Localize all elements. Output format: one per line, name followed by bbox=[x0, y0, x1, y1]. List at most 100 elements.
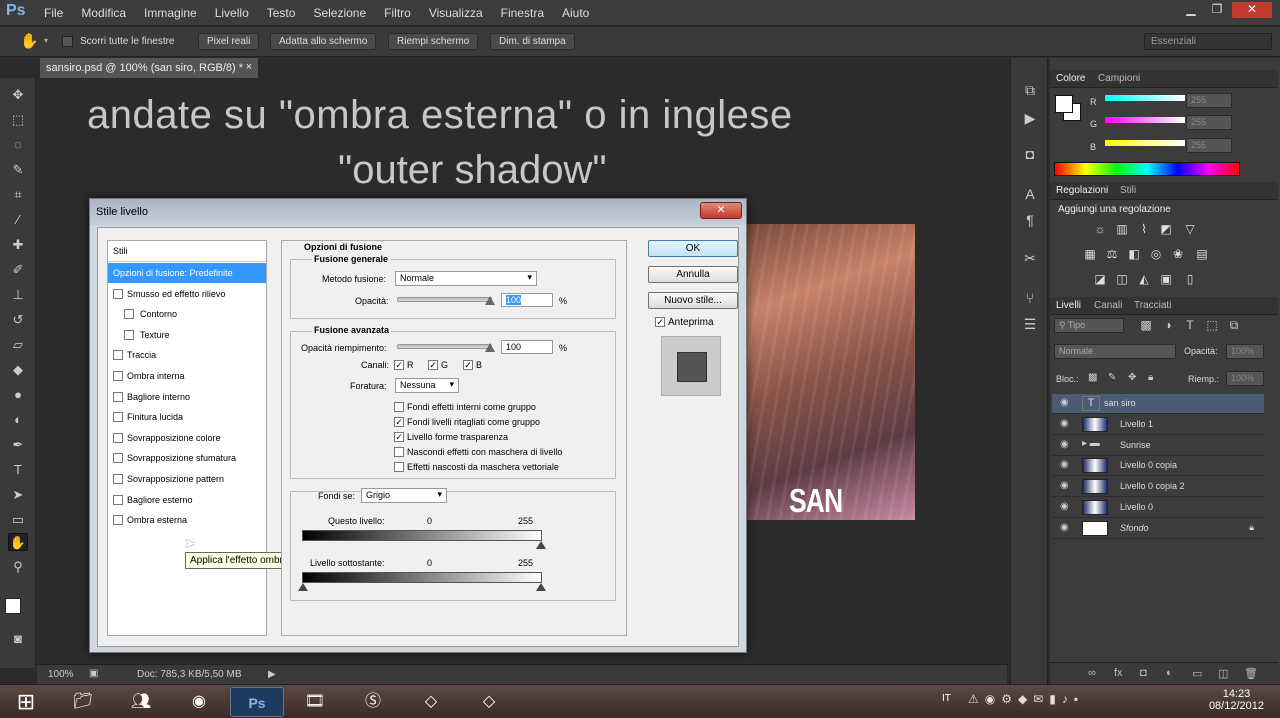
scroll-all-checkbox[interactable] bbox=[62, 36, 73, 47]
vibrance-icon[interactable]: ▽ bbox=[1182, 222, 1198, 238]
quick-selection-tool-icon[interactable]: ✎ bbox=[8, 161, 28, 179]
properties-panel-icon[interactable]: ◘ bbox=[1021, 146, 1039, 164]
color-fg-swatch[interactable] bbox=[1055, 95, 1073, 113]
underlying-layer-white-slider[interactable] bbox=[536, 583, 546, 591]
layer-filter-select[interactable]: ⚲ Tipo bbox=[1054, 318, 1124, 333]
curves-icon[interactable]: ⌇ bbox=[1136, 222, 1152, 238]
menu-aiuto[interactable]: Aiuto bbox=[562, 6, 589, 20]
new-group-icon[interactable]: ▭ bbox=[1192, 667, 1202, 680]
ok-button[interactable]: OK bbox=[648, 240, 738, 257]
fill-opacity-slider-knob[interactable] bbox=[485, 343, 495, 352]
style-item[interactable]: Smusso ed effetto rilievo bbox=[108, 284, 266, 304]
style-item[interactable]: Bagliore interno bbox=[108, 387, 266, 407]
style-item[interactable]: Finitura lucida bbox=[108, 407, 266, 427]
tab-canali[interactable]: Canali bbox=[1094, 300, 1122, 311]
menu-immagine[interactable]: Immagine bbox=[144, 6, 197, 20]
zoom-tool-icon[interactable]: ⚲ bbox=[8, 558, 28, 576]
skype-taskbar-icon[interactable]: Ⓢ bbox=[346, 687, 400, 717]
hand-tool-icon[interactable]: ✋ bbox=[8, 533, 28, 551]
menu-modifica[interactable]: Modifica bbox=[81, 6, 126, 20]
blur-tool-icon[interactable]: ● bbox=[8, 386, 28, 404]
delete-layer-icon[interactable]: 🗑︎ bbox=[1244, 667, 1258, 680]
type-tool-icon[interactable]: T bbox=[8, 461, 28, 479]
layer-row[interactable]: ◉ Tsan siro bbox=[1052, 394, 1264, 414]
advanced-option-checkbox[interactable] bbox=[394, 462, 404, 472]
cancel-button[interactable]: Annulla bbox=[648, 266, 738, 283]
layer-row[interactable]: ◉ Livello 0 copia bbox=[1052, 456, 1264, 477]
close-tab-icon[interactable]: × bbox=[246, 61, 252, 73]
crop-tool-icon[interactable]: ⌗ bbox=[8, 186, 28, 204]
selective-color-icon[interactable]: ▣ bbox=[1158, 272, 1174, 288]
tool-preset-dropdown-icon[interactable]: ▾ bbox=[44, 36, 48, 45]
layer-row[interactable]: ◉ Livello 0 bbox=[1052, 498, 1264, 518]
minimize-button[interactable]: ▁ bbox=[1180, 2, 1202, 18]
dialog-close-button[interactable]: ✕ bbox=[700, 202, 742, 219]
move-tool-icon[interactable]: ✥ bbox=[8, 86, 28, 104]
dialog-title-bar[interactable]: Stile livello bbox=[90, 199, 746, 225]
print-size-button[interactable]: Dim. di stampa bbox=[490, 33, 575, 50]
style-checkbox[interactable] bbox=[113, 474, 123, 484]
menu-finestra[interactable]: Finestra bbox=[501, 6, 544, 20]
tab-campioni[interactable]: Campioni bbox=[1098, 73, 1140, 84]
menu-file[interactable]: File bbox=[44, 6, 63, 20]
menu-filtro[interactable]: Filtro bbox=[384, 6, 411, 20]
style-checkbox[interactable] bbox=[113, 453, 123, 464]
style-item[interactable]: Contorno bbox=[108, 304, 266, 324]
dodge-tool-icon[interactable]: ◐ bbox=[8, 411, 28, 429]
brush-presets-icon[interactable]: ☰ bbox=[1021, 316, 1039, 334]
menu-testo[interactable]: Testo bbox=[267, 6, 296, 20]
adjustment-layer-icon[interactable]: ◐ bbox=[1166, 667, 1173, 679]
path-selection-tool-icon[interactable]: ➤ bbox=[8, 486, 28, 504]
visibility-eye-icon[interactable]: ◉ bbox=[1060, 397, 1069, 408]
style-checkbox[interactable] bbox=[113, 494, 123, 505]
layer-row[interactable]: ◉ Livello 1 bbox=[1052, 415, 1264, 435]
messenger-taskbar-icon[interactable]: 👥︎ bbox=[114, 687, 168, 717]
fill-screen-button[interactable]: Riempi schermo bbox=[388, 33, 479, 50]
exposure-icon[interactable]: ◩ bbox=[1158, 222, 1174, 238]
new-layer-icon[interactable]: ◫ bbox=[1218, 667, 1228, 680]
channel-b-value[interactable]: 255 bbox=[1186, 138, 1232, 153]
system-clock[interactable]: 14:23 08/12/2012 bbox=[1209, 688, 1264, 712]
style-checkbox[interactable] bbox=[113, 412, 123, 423]
style-checkbox[interactable] bbox=[124, 309, 134, 320]
channel-b-slider[interactable] bbox=[1105, 140, 1185, 146]
zoom-level[interactable]: 100% bbox=[48, 669, 74, 680]
channel-r-checkbox[interactable]: ✓ bbox=[394, 360, 404, 370]
rectangle-tool-icon[interactable]: ▭ bbox=[8, 511, 28, 529]
restore-button[interactable]: ❐ bbox=[1206, 2, 1228, 18]
style-checkbox[interactable] bbox=[113, 432, 123, 443]
history-panel-icon[interactable]: ⧉ bbox=[1021, 82, 1039, 100]
layer-blend-mode-select[interactable]: Normale bbox=[1054, 344, 1176, 359]
marquee-tool-icon[interactable]: ⬚ bbox=[8, 111, 28, 129]
lock-transparency-icon[interactable]: ▩ bbox=[1088, 372, 1097, 383]
advanced-option-checkbox[interactable]: ✓ bbox=[394, 417, 404, 427]
channel-r-value[interactable]: 255 bbox=[1186, 93, 1232, 108]
chrome-taskbar-icon[interactable]: ◉ bbox=[172, 687, 226, 717]
posterize-icon[interactable]: ◫ bbox=[1114, 272, 1130, 288]
style-checkbox[interactable] bbox=[113, 371, 123, 381]
style-checkbox[interactable] bbox=[113, 391, 123, 402]
media-taskbar-icon[interactable]: 🎞︎ bbox=[288, 687, 342, 717]
tab-stili[interactable]: Stili bbox=[1120, 185, 1136, 196]
foreground-color-swatch[interactable] bbox=[5, 598, 21, 614]
new-style-button[interactable]: Nuovo stile... bbox=[648, 292, 738, 309]
filter-pixel-icon[interactable]: ▩ bbox=[1138, 318, 1154, 334]
fit-screen-button[interactable]: Adatta allo schermo bbox=[270, 33, 377, 50]
knockout-select[interactable]: Nessuna bbox=[395, 378, 459, 393]
eraser-tool-icon[interactable]: ▱ bbox=[8, 336, 28, 354]
app-taskbar-icon-1[interactable]: ◇ bbox=[404, 687, 458, 717]
brush-panel-icon[interactable]: ⑂ bbox=[1021, 290, 1039, 308]
clone-stamp-tool-icon[interactable]: ⊥ bbox=[8, 286, 28, 304]
style-item[interactable]: Sovrapposizione colore bbox=[108, 428, 266, 448]
tab-regolazioni[interactable]: Regolazioni bbox=[1056, 185, 1108, 196]
color-spectrum-bar[interactable] bbox=[1054, 162, 1240, 176]
advanced-option-checkbox[interactable]: ✓ bbox=[394, 432, 404, 442]
color-balance-icon[interactable]: ⚖ bbox=[1104, 247, 1120, 263]
underlying-layer-gradient[interactable] bbox=[302, 572, 542, 583]
channel-g-checkbox[interactable]: ✓ bbox=[428, 360, 438, 370]
photo-filter-icon[interactable]: ◎ bbox=[1148, 247, 1164, 263]
filter-adjustment-icon[interactable]: ◑ bbox=[1160, 318, 1176, 334]
paragraph-panel-icon[interactable]: ¶ bbox=[1021, 212, 1039, 230]
invert-icon[interactable]: ◪ bbox=[1092, 272, 1108, 288]
this-layer-gradient[interactable] bbox=[302, 530, 542, 541]
